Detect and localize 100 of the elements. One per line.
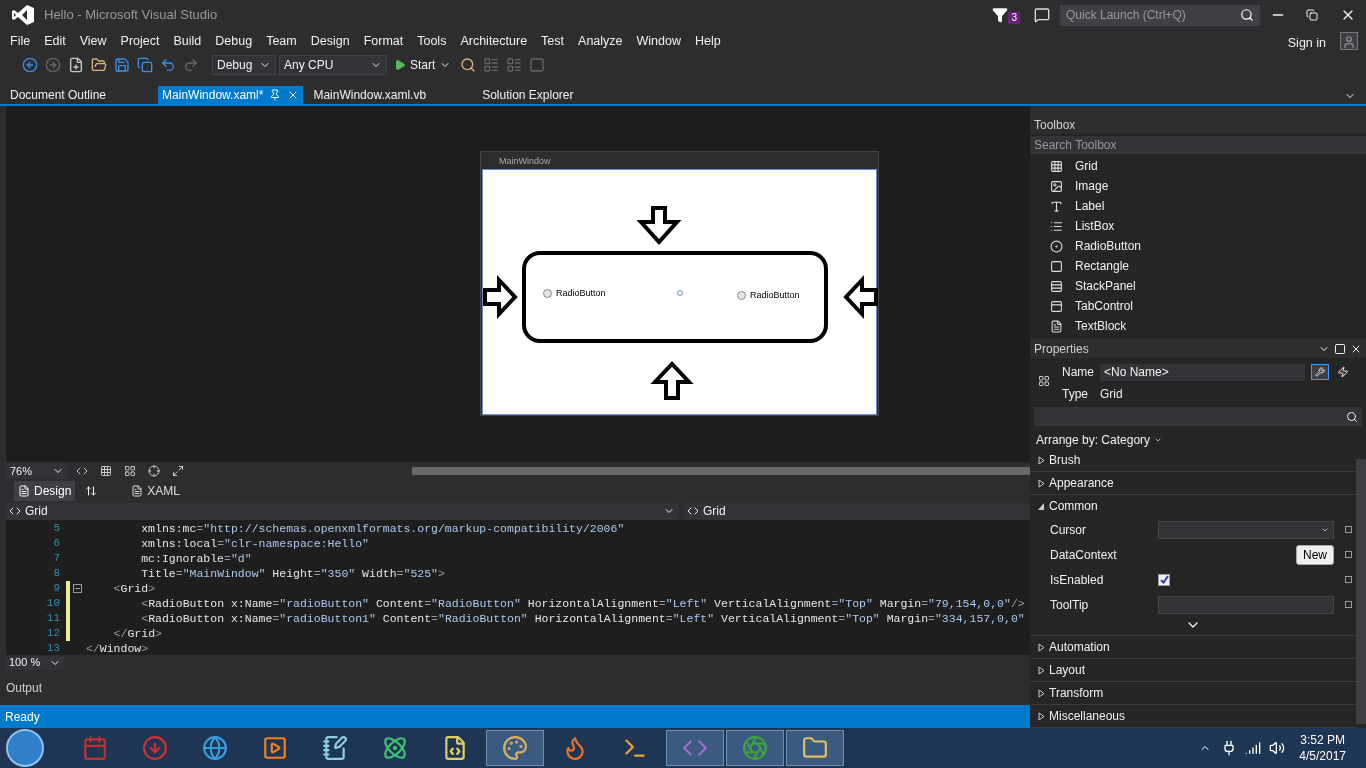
- clock-date[interactable]: 4/5/2017: [1299, 748, 1346, 764]
- menu-item[interactable]: Architecture: [453, 31, 535, 51]
- quick-launch-field[interactable]: Quick Launch (Ctrl+Q): [1060, 4, 1260, 26]
- radio-button[interactable]: [543, 289, 552, 298]
- search-icon[interactable]: [1346, 410, 1358, 423]
- checkbox[interactable]: [1158, 573, 1170, 586]
- scope-dropdown[interactable]: Grid: [6, 502, 678, 520]
- toolbox-item[interactable]: Label: [1075, 197, 1105, 215]
- menu-item[interactable]: Edit: [37, 31, 73, 51]
- code-line: <RadioButton x:Name="radioButton" Content="RadioButton" HorizontalAlignment="Left" VerticalAlignment="Top" Margin="79,154,0,0"/>: [140, 595, 1025, 612]
- configuration-dropdown[interactable]: Debug: [212, 55, 276, 75]
- scrollbar[interactable]: [1356, 459, 1366, 724]
- clock-time[interactable]: 3:52 PM: [1300, 732, 1345, 748]
- search-field[interactable]: [1034, 407, 1362, 426]
- toolbox-item[interactable]: TextBlock: [1075, 317, 1127, 335]
- property-label: ToolTip: [1050, 596, 1090, 614]
- menu-item[interactable]: Test: [534, 31, 572, 51]
- start-button[interactable]: Start: [390, 55, 456, 75]
- tab-icon: [1050, 299, 1063, 313]
- name-field[interactable]: <No Name>: [1100, 363, 1305, 381]
- category-header[interactable]: Common: [1049, 497, 1098, 515]
- avatar-icon[interactable]: [1340, 32, 1358, 50]
- collapsed-arrow-icon[interactable]: [1038, 642, 1045, 652]
- tooltip-field[interactable]: [1158, 595, 1334, 614]
- platform-dropdown[interactable]: Any CPU: [279, 55, 387, 75]
- marker-square-icon[interactable]: [1345, 551, 1352, 558]
- menu-item[interactable]: Tools: [410, 31, 454, 51]
- back-icon[interactable]: [20, 55, 40, 75]
- feedback-icon[interactable]: [1034, 7, 1050, 23]
- menu-item[interactable]: Design: [303, 31, 357, 51]
- toolbox-item[interactable]: Image: [1075, 177, 1109, 195]
- collapsed-arrow-icon[interactable]: [1038, 711, 1045, 721]
- collapsed-arrow-icon[interactable]: [1038, 478, 1045, 488]
- document-tab[interactable]: Solution Explorer: [478, 86, 578, 104]
- collapsed-arrow-icon[interactable]: [1038, 455, 1045, 465]
- collapsed-arrow-icon[interactable]: [1038, 665, 1045, 675]
- toolbox-item[interactable]: StackPanel: [1075, 277, 1136, 295]
- category-header[interactable]: Layout: [1049, 661, 1086, 679]
- toolbox-item[interactable]: TabControl: [1075, 297, 1134, 315]
- collapsed-arrow-icon[interactable]: [1038, 688, 1045, 698]
- category-header[interactable]: Automation: [1049, 638, 1110, 656]
- signal-icon[interactable]: [1245, 740, 1262, 756]
- code-line: <RadioButton x:Name="radioButton1" Content="RadioButton" HorizontalAlignment="Left" VerticalAlignment="Top" Margin="334,157,0,0": [140, 610, 1025, 627]
- volume-icon[interactable]: [1269, 740, 1286, 756]
- pin-icon[interactable]: [269, 89, 282, 101]
- sign-in-link[interactable]: Sign in: [1287, 33, 1326, 53]
- toolbox-item[interactable]: Grid: [1075, 157, 1098, 175]
- save-all-icon[interactable]: [135, 55, 155, 75]
- radio-button[interactable]: [737, 291, 746, 300]
- toolbox-item[interactable]: Rectangle: [1075, 257, 1130, 275]
- menu-item[interactable]: Window: [629, 31, 688, 51]
- wrench-icon[interactable]: [1311, 364, 1329, 380]
- marker-square-icon[interactable]: [1345, 576, 1352, 583]
- code-line: xmlns:mc="http://schemas.openxmlformats.org/markup-compatibility/2006": [140, 520, 625, 537]
- close-icon[interactable]: [1350, 343, 1362, 355]
- marker-square-icon[interactable]: [1345, 526, 1352, 533]
- menu-item[interactable]: Build: [166, 31, 209, 51]
- rows-icon: [1050, 279, 1063, 293]
- code-zoom-dropdown[interactable]: 100 %: [6, 655, 64, 670]
- filter-icon[interactable]: [992, 7, 1009, 23]
- document-tab[interactable]: MainWindow.xaml.vb: [309, 86, 431, 104]
- zoom-dropdown[interactable]: 76%: [6, 463, 68, 479]
- category-header[interactable]: Appearance: [1049, 474, 1114, 492]
- document-tab[interactable]: Document Outline: [6, 86, 111, 104]
- menu-item[interactable]: Team: [259, 31, 304, 51]
- output-panel-title[interactable]: Output: [6, 678, 43, 697]
- menu-item[interactable]: Debug: [208, 31, 260, 51]
- save-icon[interactable]: [112, 55, 132, 75]
- start-button[interactable]: [6, 729, 44, 767]
- arrange-by-dropdown[interactable]: Arrange by: Category: [1036, 431, 1151, 449]
- category-header[interactable]: Transform: [1049, 684, 1104, 702]
- view-tab[interactable]: XAML: [127, 481, 185, 501]
- search-icon[interactable]: [1240, 8, 1254, 22]
- scrollbar[interactable]: [412, 467, 1030, 475]
- menu-item[interactable]: Format: [356, 31, 411, 51]
- menu-item[interactable]: Project: [113, 31, 167, 51]
- view-tab[interactable]: Design: [14, 481, 76, 501]
- expanded-arrow-icon[interactable]: [1038, 501, 1045, 511]
- center-handle[interactable]: [677, 290, 683, 296]
- menu-item[interactable]: File: [3, 31, 38, 51]
- toolbox-item[interactable]: RadioButton: [1075, 237, 1142, 255]
- lightning-icon[interactable]: [1335, 364, 1351, 380]
- marker-square-icon[interactable]: [1345, 601, 1352, 608]
- collapse-icon[interactable]: [72, 584, 82, 593]
- toolbox-search-field[interactable]: Search Toolbox: [1030, 136, 1366, 154]
- restore-icon[interactable]: [1306, 9, 1318, 21]
- new-button[interactable]: New: [1296, 544, 1334, 565]
- category-header[interactable]: Miscellaneous: [1049, 707, 1126, 725]
- category-header[interactable]: Brush: [1049, 451, 1081, 469]
- maximize-icon[interactable]: [1334, 343, 1346, 355]
- menu-item[interactable]: Help: [688, 31, 728, 51]
- toolbox-item[interactable]: ListBox: [1075, 217, 1115, 235]
- caret-icon[interactable]: [1154, 436, 1163, 444]
- scope-dropdown[interactable]: Grid: [684, 502, 1030, 520]
- menu-item[interactable]: Analyze: [571, 31, 630, 51]
- document-tab[interactable]: MainWindow.xaml*: [158, 86, 304, 104]
- swap-icon[interactable]: [85, 485, 98, 497]
- menu-item[interactable]: View: [72, 31, 114, 51]
- folder-icon[interactable]: [786, 730, 844, 766]
- palette-icon[interactable]: [486, 730, 544, 766]
